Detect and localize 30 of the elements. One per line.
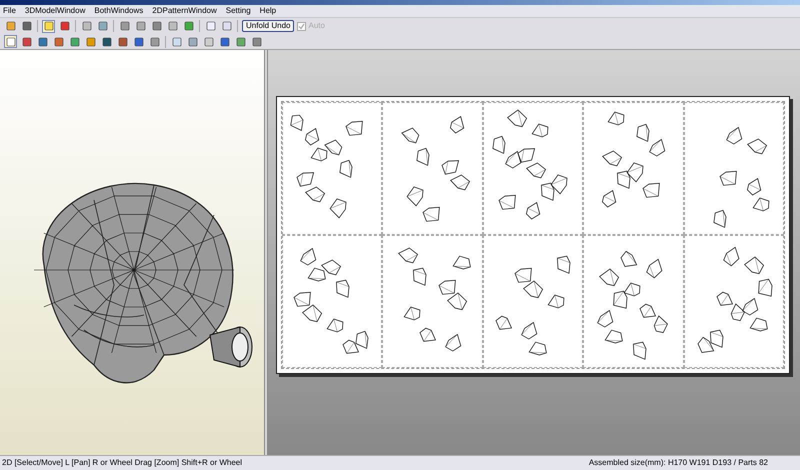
status-hint: 2D [Select/Move] L [Pan] R or Wheel Drag [Zoom] Shift+R or Wheel [2, 457, 242, 469]
tool-icon[interactable] [100, 35, 113, 48]
unfold-undo-button[interactable]: Unfold Undo [242, 20, 294, 32]
status-info: Assembled size(mm): H170 W191 D193 / Parts 82 [588, 457, 768, 469]
tool-icon[interactable] [166, 20, 179, 32]
menu-item[interactable]: Help [260, 5, 276, 17]
tool-icon[interactable] [68, 35, 81, 48]
tool-icon[interactable] [186, 35, 199, 48]
tool-icon[interactable] [118, 20, 131, 32]
tool-icon[interactable] [234, 35, 247, 48]
menu-item[interactable]: 2DPatternWindow [152, 5, 217, 17]
tool-icon[interactable] [182, 20, 195, 32]
tool-icon[interactable] [150, 20, 163, 32]
checkbox-tick-icon [297, 22, 306, 30]
tool-icon[interactable] [218, 35, 231, 48]
tool-icon[interactable] [202, 35, 215, 48]
menu-item[interactable]: Setting [226, 5, 251, 17]
tool-icon[interactable] [134, 20, 147, 32]
tool-icon[interactable] [116, 35, 129, 48]
tool-icon[interactable] [170, 35, 183, 48]
menu-item[interactable]: BothWindows [94, 5, 144, 17]
menu-item[interactable]: 3DModelWindow [24, 5, 86, 17]
tool-icon[interactable] [84, 35, 97, 48]
menu-item[interactable]: File [3, 5, 16, 17]
tool-icon[interactable] [148, 35, 161, 48]
tool-icon[interactable] [250, 35, 263, 48]
tool-icon[interactable] [36, 35, 49, 48]
tool-icon[interactable] [52, 35, 65, 48]
tool-icon[interactable] [20, 35, 33, 48]
tool-icon[interactable] [132, 35, 145, 48]
